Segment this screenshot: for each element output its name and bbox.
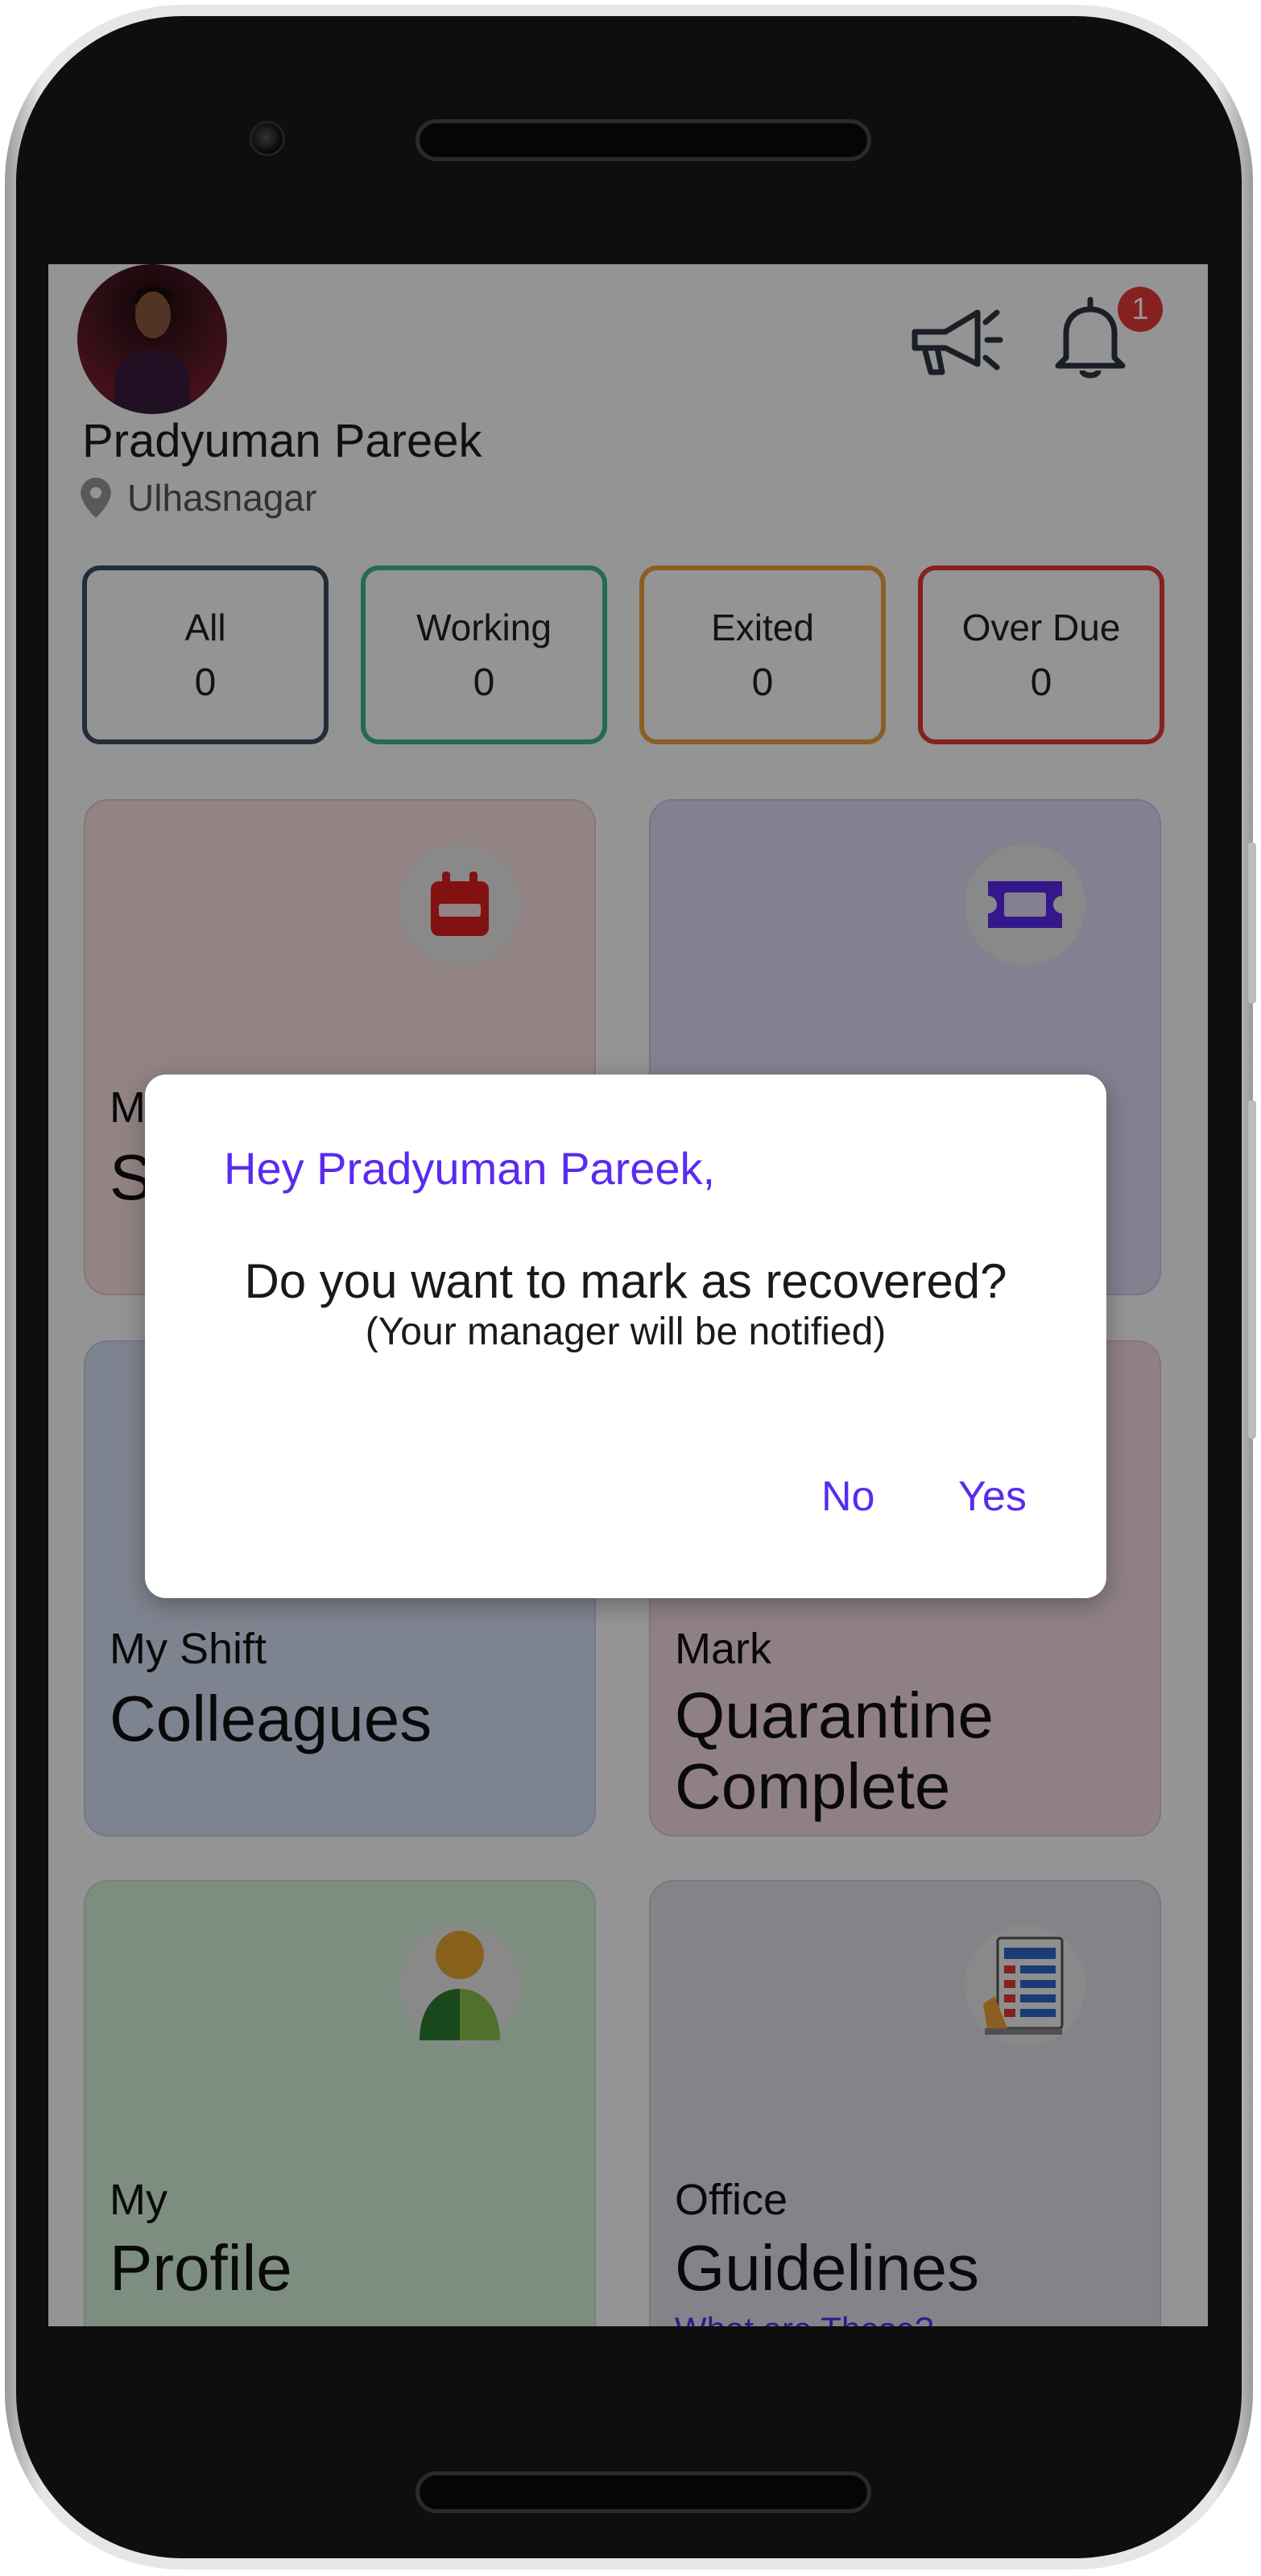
dialog-submessage: (Your manager will be notified): [365, 1311, 887, 1353]
dialog-title: Hey Pradyuman Pareek,: [224, 1143, 716, 1194]
phone-volume-button: [1248, 1100, 1256, 1439]
recovery-dialog: Hey Pradyuman Pareek, Do you want to mar…: [145, 1075, 1106, 1598]
bottom-speaker: [416, 2471, 871, 2513]
phone-power-button: [1248, 843, 1256, 1004]
yes-button[interactable]: Yes: [958, 1472, 1027, 1521]
dialog-message: Do you want to mark as recovered?: [244, 1254, 1007, 1308]
app-screen: Pradyuman Pareek Ulhasnagar 1 All 0 Work…: [48, 264, 1208, 2326]
front-camera: [250, 121, 285, 156]
no-button[interactable]: No: [821, 1472, 874, 1521]
top-speaker: [416, 119, 871, 161]
